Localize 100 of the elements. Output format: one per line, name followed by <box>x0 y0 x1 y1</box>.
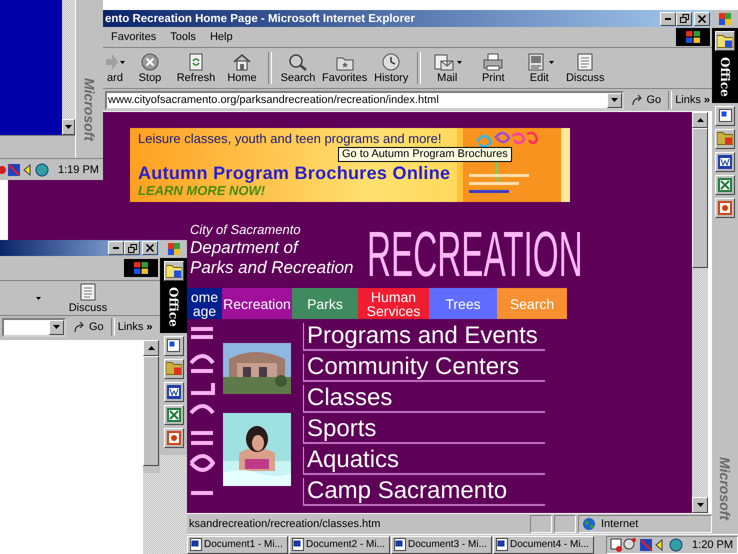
clock: 1:19 PM <box>58 164 99 176</box>
folder-button[interactable] <box>164 358 184 379</box>
page-link[interactable]: Community Centers <box>303 354 545 382</box>
toolbar-button[interactable]: ard <box>103 52 127 84</box>
page-link[interactable]: Camp Sacramento <box>303 478 545 506</box>
toolbar-button[interactable]: History <box>368 52 414 84</box>
toolbar-button[interactable]: Print <box>470 52 516 84</box>
caret-icon <box>36 296 41 300</box>
close-icon <box>146 244 154 252</box>
minimize-icon <box>665 18 671 20</box>
address-field[interactable]: www.cityofsacramento.org/parksandrecreation/recreation/index.html <box>105 90 624 110</box>
presentation-button[interactable] <box>164 428 184 448</box>
nav-tab[interactable]: Human Services <box>358 288 429 319</box>
tray-icons-drawing <box>0 162 50 176</box>
toolbar-button[interactable]: Discuss <box>65 282 111 314</box>
chevron[interactable]: » <box>146 321 152 333</box>
scroll-up-button[interactable] <box>692 112 708 128</box>
presentation-icon <box>718 200 732 215</box>
document-icon <box>166 384 180 399</box>
taskbar-button[interactable]: Document4 - Mi... <box>493 536 594 554</box>
department-name: Department of <box>190 238 300 258</box>
close-icon <box>698 14 706 22</box>
spreadsheet-button[interactable] <box>164 404 184 425</box>
status-panel <box>554 515 576 533</box>
folder-icon <box>166 362 182 376</box>
menu-item[interactable]: Tools <box>170 31 196 43</box>
taskbar-button[interactable]: Document3 - Mi... <box>391 536 492 554</box>
banner-headline: Autumn Program Brochures Online <box>138 163 452 183</box>
chevron[interactable]: » <box>704 94 710 106</box>
up-arrow-icon <box>696 118 704 122</box>
restore-button[interactable] <box>676 12 692 26</box>
menu-item[interactable]: Favorites <box>111 31 156 43</box>
folder-button[interactable] <box>715 128 735 149</box>
minimize-button[interactable] <box>108 241 124 255</box>
presentation-button[interactable] <box>715 198 735 218</box>
window-button[interactable] <box>164 336 184 356</box>
down-arrow-icon <box>65 125 72 129</box>
close-button[interactable] <box>694 12 710 26</box>
logo-icon <box>168 243 180 255</box>
toolbar-button[interactable]: Refresh <box>173 52 219 84</box>
document-button[interactable] <box>715 152 735 172</box>
up-arrow-icon <box>148 346 154 350</box>
scroll-down-button[interactable] <box>62 119 75 135</box>
toolbar-button[interactable]: Edit <box>516 52 562 84</box>
toolbar-button[interactable]: Search <box>275 52 321 84</box>
minimize-icon <box>113 247 119 249</box>
folder-button[interactable] <box>164 261 184 281</box>
logo-icon <box>124 259 158 277</box>
brand-label: Microsoft <box>717 457 733 520</box>
toolbar-button[interactable]: Favorites <box>321 52 368 84</box>
brand-label: Microsoft <box>82 78 98 144</box>
down-arrow-icon <box>610 98 618 102</box>
page-link[interactable]: Programs and Events <box>303 323 545 351</box>
page-link[interactable]: Sports <box>303 416 545 444</box>
nav-tab[interactable]: Parks <box>292 288 358 319</box>
zone-label: Internet <box>601 518 638 530</box>
restore-button[interactable] <box>124 241 140 255</box>
office-label: Office <box>166 287 180 327</box>
page-link[interactable]: Aquatics <box>303 447 545 475</box>
home-icon <box>231 52 253 72</box>
scroll-thumb[interactable] <box>143 356 159 466</box>
restore-icon <box>128 244 136 252</box>
spreadsheet-icon <box>166 408 180 422</box>
presentation-icon <box>166 430 180 445</box>
nav-tab[interactable]: ome age <box>187 288 222 319</box>
folder-icon <box>717 132 733 146</box>
scroll-up-button[interactable] <box>143 340 159 356</box>
window-button[interactable] <box>715 106 735 126</box>
toolbar-button[interactable]: Mail <box>424 52 470 84</box>
folder-button[interactable] <box>715 31 735 51</box>
dropdown-button[interactable] <box>49 320 64 334</box>
mail-icon <box>432 52 455 72</box>
dropdown-button[interactable] <box>606 92 622 108</box>
toolbar-button[interactable]: Home <box>219 52 265 84</box>
nav-tab[interactable]: Recreation <box>222 288 292 319</box>
spreadsheet-icon <box>718 178 732 192</box>
document-icon <box>496 538 508 551</box>
close-button[interactable] <box>142 241 158 255</box>
menu-item[interactable]: Help <box>210 31 233 43</box>
window-icon <box>718 109 732 122</box>
address-field[interactable] <box>2 318 66 336</box>
links-button[interactable]: Links <box>675 94 701 106</box>
document-icon <box>718 154 732 169</box>
scroll-down-button[interactable] <box>692 497 708 513</box>
taskbar-button[interactable]: Document2 - Mi... <box>289 536 390 554</box>
page-link[interactable]: Classes <box>303 385 545 413</box>
links-button[interactable]: Links <box>118 321 144 333</box>
window-icon <box>167 339 180 352</box>
document-button[interactable] <box>164 382 184 402</box>
department-name: Parks and Recreation <box>190 258 354 278</box>
scroll-thumb[interactable] <box>692 128 708 268</box>
arrow-icon <box>630 94 644 106</box>
nav-tab[interactable]: Trees <box>429 288 497 319</box>
minimize-button[interactable] <box>660 12 676 26</box>
spreadsheet-button[interactable] <box>715 174 735 195</box>
caret-icon <box>456 60 462 64</box>
down-arrow-icon <box>53 325 60 329</box>
toolbar-button[interactable]: Discuss <box>562 52 608 84</box>
toolbar-button[interactable]: Stop <box>127 52 173 84</box>
taskbar-button[interactable]: Document1 - Mi... <box>187 536 288 554</box>
